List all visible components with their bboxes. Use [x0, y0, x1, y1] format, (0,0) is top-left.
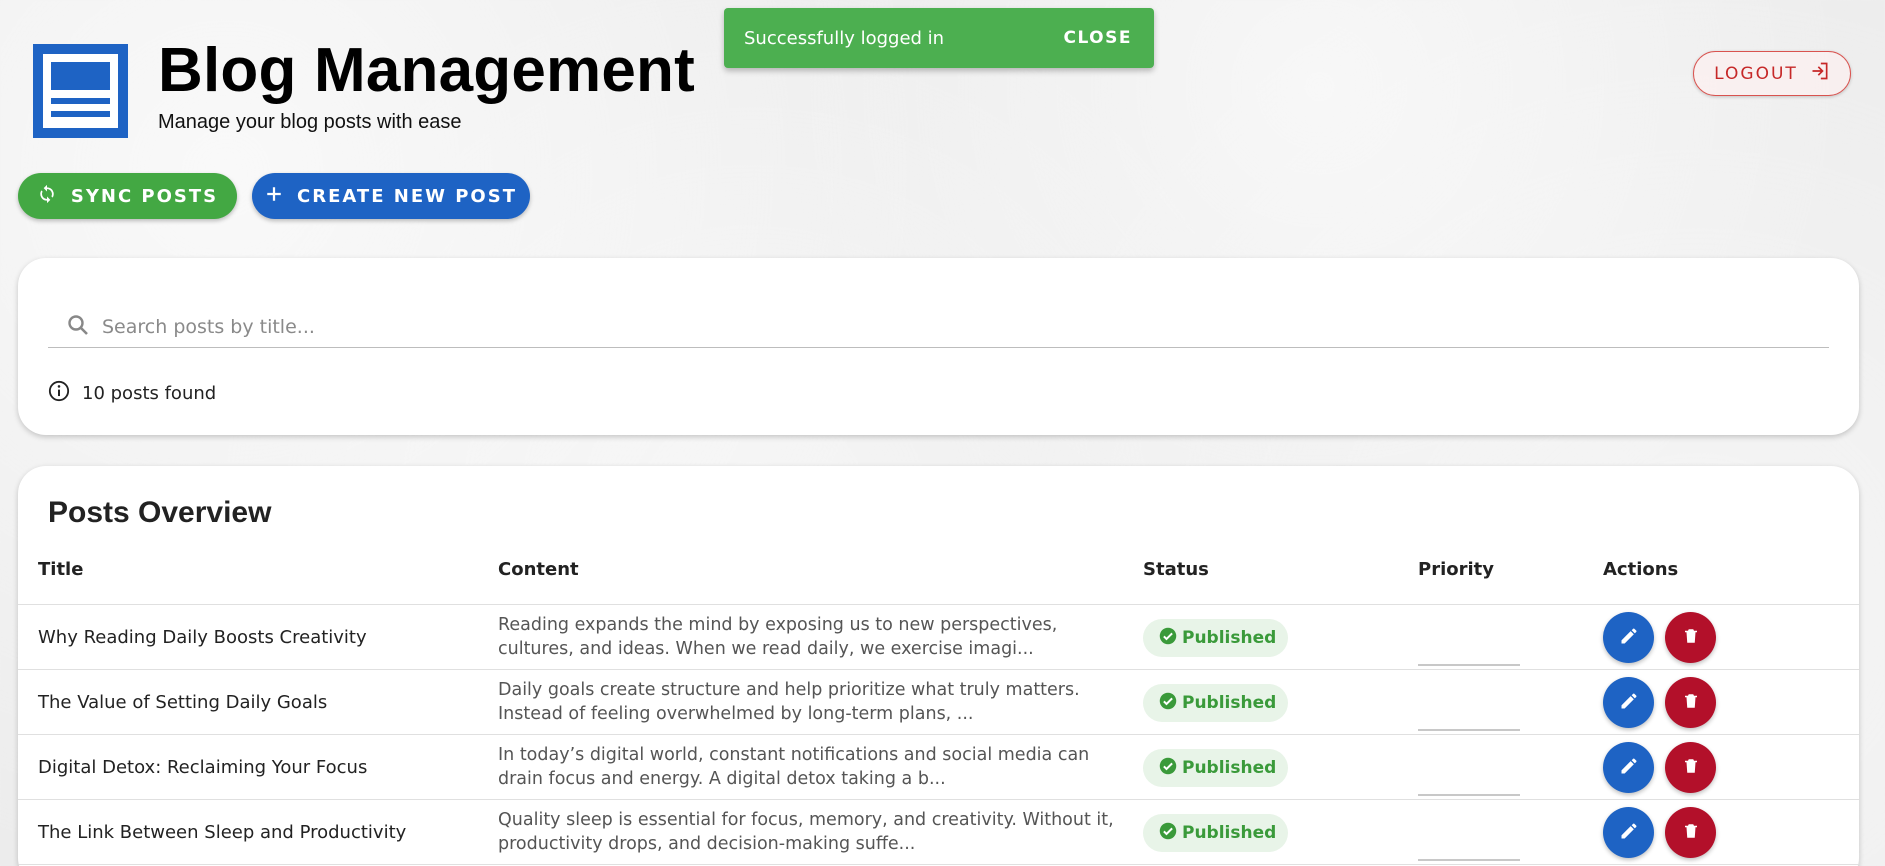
edit-post-button[interactable]	[1603, 807, 1654, 858]
table-row: Why Reading Daily Boosts Creativity Readi…	[18, 605, 1859, 670]
status-label: Published	[1182, 628, 1277, 648]
pencil-icon	[1619, 626, 1639, 650]
post-content: Reading expands the mind by exposing us …	[498, 615, 1058, 659]
logout-icon	[1810, 61, 1830, 86]
table-row: The Value of Setting Daily Goals Daily go…	[18, 670, 1859, 735]
status-badge: Published	[1143, 814, 1289, 852]
snackbar-message: Successfully logged in	[744, 27, 945, 49]
search-input[interactable]	[102, 315, 1829, 338]
priority-input[interactable]	[1418, 664, 1520, 666]
column-header-priority: Priority	[1418, 559, 1494, 580]
app-logo	[33, 44, 128, 138]
check-circle-icon	[1159, 627, 1177, 650]
column-header-actions: Actions	[1603, 559, 1679, 580]
search-card: 10 posts found	[18, 258, 1859, 435]
create-post-button[interactable]: CREATE NEW POST	[252, 173, 530, 219]
status-label: Published	[1182, 823, 1277, 843]
check-circle-icon	[1159, 692, 1177, 715]
posts-overview-card: Posts Overview Title Content Status Prio…	[18, 466, 1859, 866]
status-badge: Published	[1143, 619, 1289, 657]
search-field	[48, 306, 1829, 348]
trash-icon	[1682, 757, 1700, 779]
trash-icon	[1682, 627, 1700, 649]
status-label: Published	[1182, 693, 1277, 713]
priority-input[interactable]	[1418, 859, 1520, 861]
posts-count-text: 10 posts found	[82, 383, 217, 404]
post-title: The Link Between Sleep and Productivity	[38, 821, 407, 843]
info-icon	[48, 380, 70, 407]
sync-posts-button[interactable]: SYNC POSTS	[18, 173, 237, 219]
delete-post-button[interactable]	[1665, 742, 1716, 793]
table-row: Digital Detox: Reclaiming Your Focus In t…	[18, 735, 1859, 800]
status-badge: Published	[1143, 684, 1289, 722]
priority-input[interactable]	[1418, 794, 1520, 796]
page-title: Blog Management	[158, 36, 695, 105]
status-label: Published	[1182, 758, 1277, 778]
post-content: In today’s digital world, constant notif…	[498, 745, 1090, 789]
search-icon	[66, 313, 90, 341]
snackbar: Successfully logged in CLOSE	[724, 8, 1154, 68]
delete-post-button[interactable]	[1665, 807, 1716, 858]
snackbar-close-button[interactable]: CLOSE	[1063, 28, 1132, 48]
posts-overview-title: Posts Overview	[48, 496, 272, 529]
post-content: Quality sleep is essential for focus, me…	[498, 810, 1114, 854]
logout-label: LOGOUT	[1714, 63, 1798, 84]
sync-icon	[37, 184, 57, 209]
page-subtitle: Manage your blog posts with ease	[158, 111, 462, 133]
pencil-icon	[1619, 821, 1639, 845]
pencil-icon	[1619, 691, 1639, 715]
plus-icon	[265, 185, 283, 208]
trash-icon	[1682, 692, 1700, 714]
check-circle-icon	[1159, 757, 1177, 780]
priority-input[interactable]	[1418, 729, 1520, 731]
column-header-status: Status	[1143, 559, 1209, 580]
check-circle-icon	[1159, 822, 1177, 845]
edit-post-button[interactable]	[1603, 677, 1654, 728]
delete-post-button[interactable]	[1665, 612, 1716, 663]
edit-post-button[interactable]	[1603, 742, 1654, 793]
trash-icon	[1682, 822, 1700, 844]
logout-button[interactable]: LOGOUT	[1693, 51, 1851, 96]
posts-count: 10 posts found	[48, 380, 216, 407]
blog-logo-icon	[43, 54, 118, 128]
status-badge: Published	[1143, 749, 1289, 787]
create-post-label: CREATE NEW POST	[297, 185, 517, 207]
column-header-content: Content	[498, 559, 579, 580]
sync-posts-label: SYNC POSTS	[70, 185, 219, 207]
column-header-title: Title	[38, 559, 84, 580]
post-title: Why Reading Daily Boosts Creativity	[38, 626, 367, 648]
post-content: Daily goals create structure and help pr…	[498, 680, 1080, 724]
pencil-icon	[1619, 756, 1639, 780]
table-row: The Link Between Sleep and Productivity Q…	[18, 800, 1859, 865]
delete-post-button[interactable]	[1665, 677, 1716, 728]
post-title: Digital Detox: Reclaiming Your Focus	[38, 756, 368, 778]
post-title: The Value of Setting Daily Goals	[38, 691, 328, 713]
edit-post-button[interactable]	[1603, 612, 1654, 663]
